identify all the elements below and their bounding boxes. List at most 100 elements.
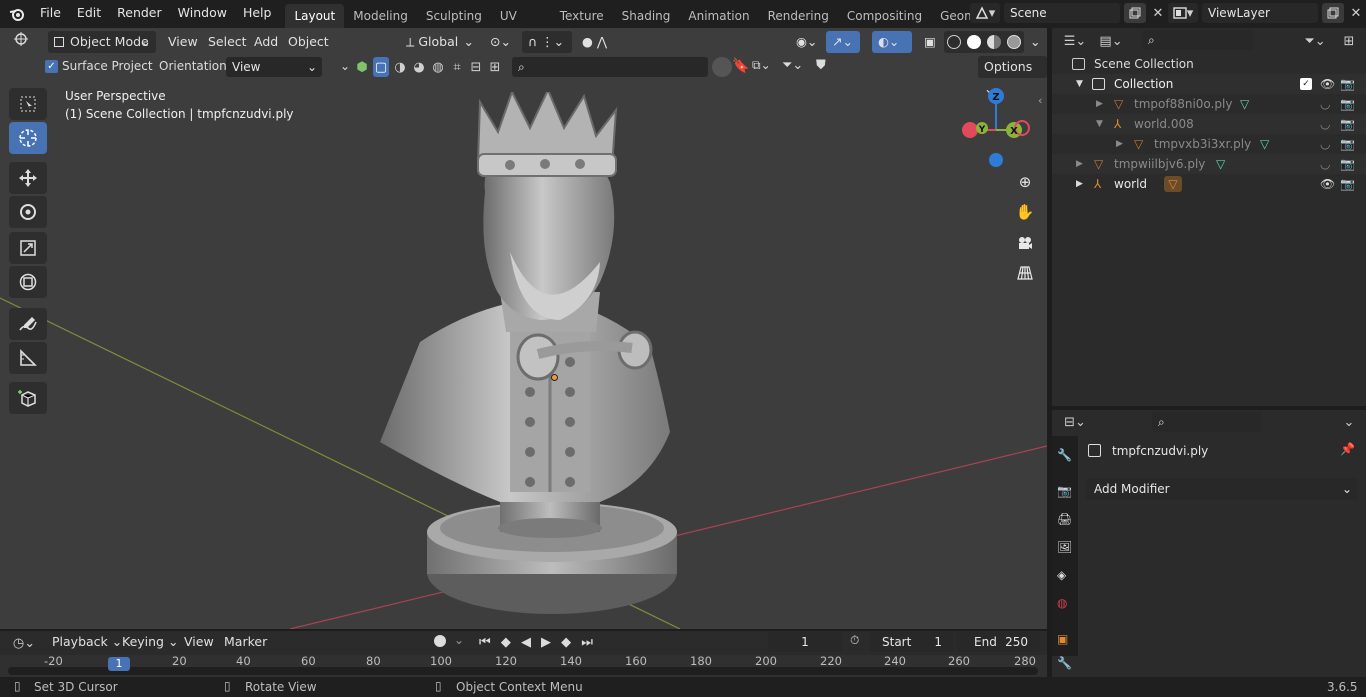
xray-icon[interactable]: ▣ (918, 31, 940, 53)
snap-magnet-icon[interactable]: ∩ ⋮⌄ (522, 31, 572, 53)
play-icon[interactable]: ▶ (541, 635, 551, 650)
tab-modeling[interactable]: Modeling (344, 4, 417, 28)
tab-texture-paint[interactable]: Texture Paint (551, 4, 613, 28)
properties-search-field[interactable]: ⌕ (1152, 412, 1262, 432)
outliner-row-mesh-3[interactable]: ▶ ▽ tmpwiilbjv6.ply ▽ ◡ 📷 (1052, 154, 1366, 174)
playhead-frame-indicator[interactable]: 1 (108, 657, 130, 671)
scene-tab-icon[interactable]: ◈ (1057, 568, 1066, 582)
scene-name-field[interactable]: Scene (1004, 3, 1120, 23)
tab-layout[interactable]: Layout (285, 4, 345, 28)
tab-compositing[interactable]: Compositing (838, 4, 931, 28)
expand-chevron-down-icon[interactable]: ▼ (1076, 74, 1083, 94)
cursor-tool[interactable] (9, 122, 47, 154)
menu-window[interactable]: Window (170, 0, 235, 28)
tab-sculpting[interactable]: Sculpting (417, 4, 491, 28)
scale-tool[interactable] (9, 232, 47, 264)
expand-chevron-right-icon[interactable]: ▶ (1076, 174, 1083, 194)
zoom-icon[interactable]: ⊕ (1013, 170, 1037, 194)
timeline-editor-type-icon[interactable]: ◷⌄ (8, 633, 40, 653)
eye-closed-icon[interactable]: ◡ (1320, 94, 1330, 114)
outliner-row-collection[interactable]: ▼ Collection ✓ 👁 📷 (1052, 74, 1366, 94)
exclude-checkbox[interactable]: ✓ (1300, 78, 1312, 90)
jump-end-icon[interactable]: ⏭ (581, 635, 593, 650)
view-layer-tab-icon[interactable]: 🖼 (1057, 540, 1072, 554)
camera-render-icon[interactable]: 📷 (1340, 154, 1355, 174)
snap-target-icon[interactable] (712, 57, 732, 77)
rendered-shading-icon[interactable] (1007, 35, 1021, 49)
outliner-search-field[interactable]: ⌕ (1142, 30, 1254, 50)
outliner-filter-icon[interactable]: ⏷⌄ (1300, 31, 1330, 51)
shading-options-chevron-icon[interactable]: ⌄ (1024, 31, 1042, 53)
bookmark-icon[interactable]: 🔖 (732, 58, 749, 74)
display-mode-icon[interactable]: ▤⌄ (1096, 31, 1126, 51)
end-frame-field[interactable]: End 250 (956, 632, 1040, 652)
eye-icon[interactable]: 👁 (1320, 74, 1335, 94)
camera-render-icon[interactable]: 📷 (1340, 114, 1355, 134)
snap-perpendicular-icon[interactable]: ⊞ (487, 57, 503, 77)
modifier-tab-icon[interactable]: 🔧 (1052, 656, 1078, 678)
overlays-icon[interactable]: ◐⌄ (872, 31, 912, 53)
eye-closed-icon[interactable]: ◡ (1320, 154, 1330, 174)
timeline-ruler[interactable]: -20 20 40 60 80 100 120 140 160 180 200 220 240 260 28… (0, 655, 1047, 677)
expand-chevron-right-icon[interactable]: ▶ (1076, 154, 1083, 174)
snap-midpoint-icon[interactable]: ⊟ (468, 57, 484, 77)
blender-logo-icon[interactable] (6, 4, 28, 24)
snap-color-cube-icon[interactable]: ⬢ (354, 57, 370, 77)
outliner-row-empty-world-008[interactable]: ▼ ⅄ world.008 ◡ 📷 (1052, 114, 1366, 134)
pin-icon[interactable]: 📌 (1340, 442, 1355, 456)
orientation-dropdown[interactable]: View ⌄ (226, 57, 322, 77)
delete-scene-icon[interactable]: ✕ (1150, 3, 1166, 23)
properties-options-chevron-icon[interactable]: ⌄ (1338, 412, 1360, 432)
delete-viewlayer-icon[interactable]: ✕ (1348, 3, 1364, 23)
select-box-tool[interactable] (9, 88, 47, 120)
outliner-row-scene-collection[interactable]: Scene Collection (1052, 54, 1366, 74)
outliner-row-world[interactable]: ▶ ⅄ world ▽ 👁 📷 (1052, 174, 1366, 194)
menu-file[interactable]: File (32, 0, 69, 28)
viewport-menu-select[interactable]: Select (202, 31, 253, 53)
pivot-point-icon[interactable]: ⊙⌄ (484, 31, 516, 53)
snap-target-chevron-icon[interactable]: ⌄ (340, 59, 350, 73)
align-icon[interactable]: ⧉⌄ (752, 58, 771, 73)
new-collection-icon[interactable]: ⊞ (1338, 31, 1360, 51)
jump-start-icon[interactable]: ⏮ (479, 635, 491, 650)
stopwatch-icon[interactable]: ⏱ (850, 633, 859, 648)
outliner-row-mesh-1[interactable]: ▶ ▽ tmpof88ni0o.ply ▽ ◡ 📷 (1052, 94, 1366, 114)
editor-type-icon[interactable] (8, 31, 42, 53)
snap-increment-icon[interactable]: ⌗ (449, 57, 465, 77)
camera-render-icon[interactable]: 📷 (1340, 174, 1355, 194)
expand-chevron-right-icon[interactable]: ▶ (1116, 134, 1123, 154)
eye-icon[interactable]: 👁 (1320, 174, 1335, 194)
tab-animation[interactable]: Animation (679, 4, 758, 28)
marker-menu[interactable]: Marker (218, 631, 273, 653)
timeline-scrollbar[interactable] (8, 667, 1038, 675)
keying-chevron-icon[interactable]: ⌄ (454, 633, 464, 647)
surface-project-checkbox[interactable]: ✓ (45, 60, 58, 73)
viewport-menu-view[interactable]: View (162, 31, 204, 53)
start-frame-field[interactable]: Start 1 (870, 632, 954, 652)
options-dropdown[interactable]: Options ⌄ (978, 56, 1047, 96)
new-scene-icon[interactable] (1124, 3, 1146, 23)
keying-menu[interactable]: Keying ⌄ (116, 631, 184, 653)
menu-edit[interactable]: Edit (69, 0, 109, 28)
add-cube-tool[interactable] (9, 382, 47, 414)
camera-render-icon[interactable]: 📷 (1340, 74, 1355, 94)
camera-render-icon[interactable]: 📷 (1340, 94, 1355, 114)
tool-tab-icon[interactable]: 🔧 (1057, 448, 1072, 462)
viewlayer-browse-icon[interactable]: ▾ (1168, 3, 1198, 23)
eye-closed-icon[interactable]: ◡ (1320, 114, 1330, 134)
viewport-menu-add[interactable]: Add (248, 31, 284, 53)
viewport-menu-object[interactable]: Object (282, 31, 335, 53)
sidebar-toggle-chevron-icon[interactable]: ‹ (1038, 94, 1042, 107)
output-tab-icon[interactable]: 🖨 (1057, 512, 1072, 526)
timeline-view-menu[interactable]: View (178, 631, 220, 653)
prev-keyframe-icon[interactable]: ◆ (501, 635, 511, 650)
tab-rendering[interactable]: Rendering (759, 4, 838, 28)
play-reverse-icon[interactable]: ◀ (521, 635, 531, 650)
current-frame-field[interactable]: 1 (768, 632, 842, 652)
expand-chevron-right-icon[interactable]: ▶ (1096, 94, 1103, 114)
object-mode-dropdown[interactable]: Object Mode ⌄ (48, 31, 156, 53)
menu-help[interactable]: Help (235, 0, 280, 28)
pan-hand-icon[interactable]: ✋ (1013, 200, 1037, 224)
transform-orientation-dropdown[interactable]: ⟂ Global ⌄ (400, 31, 478, 53)
wireframe-shading-icon[interactable] (947, 35, 961, 49)
